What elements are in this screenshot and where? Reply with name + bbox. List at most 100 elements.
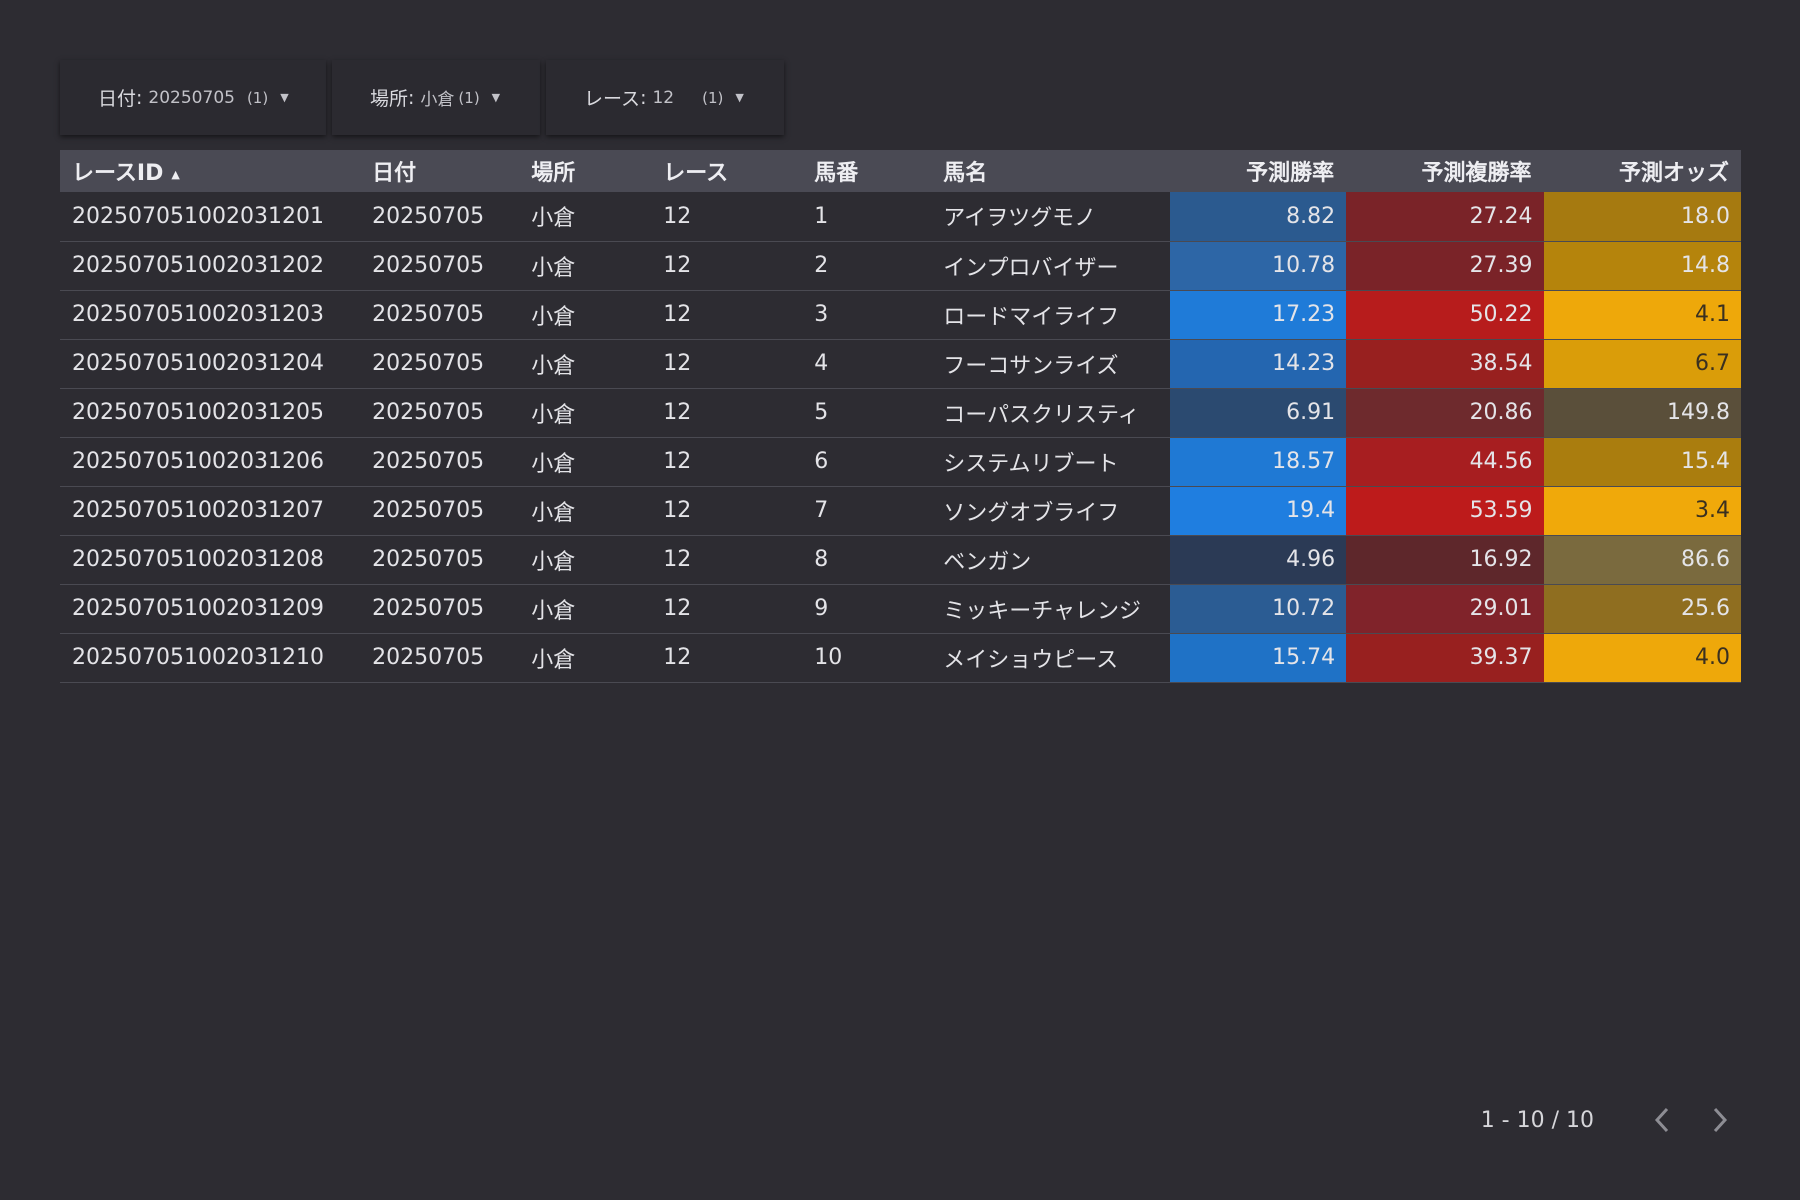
column-header-win-rate[interactable]: 予測勝率	[1170, 150, 1346, 192]
column-header-place-rate[interactable]: 予測複勝率	[1346, 150, 1543, 192]
cell-horse-name: インプロバイザー	[943, 255, 1119, 281]
cell-place-rate: 16.92	[1346, 535, 1544, 584]
cell-horse-name: ベンガン	[943, 549, 1032, 575]
cell-date: 20250705	[372, 253, 485, 278]
cell-race: 12	[663, 498, 692, 523]
cell-place-rate: 50.22	[1346, 290, 1544, 339]
pagination: 1 - 10 / 10	[1481, 1100, 1740, 1140]
cell-place-rate: 38.54	[1346, 339, 1544, 388]
cell-horse-number: 6	[814, 449, 829, 474]
cell-race: 12	[663, 596, 692, 621]
table-row[interactable]: 202507051002031202 20250705 小倉 12 2 インプロバイザー 1…	[60, 241, 1741, 290]
column-header-race-id[interactable]: レースID ▲	[60, 150, 360, 192]
cell-win-rate: 14.23	[1169, 339, 1347, 388]
cell-place-rate: 39.37	[1346, 633, 1544, 682]
cell-odds: 4.1	[1543, 290, 1741, 339]
cell-win-rate: 19.4	[1169, 486, 1347, 535]
cell-win-rate: 17.23	[1169, 290, 1347, 339]
table-row[interactable]: 202507051002031209 20250705 小倉 12 9 ミッキーチャレンジ…	[60, 584, 1741, 633]
filter-race-value: 12	[652, 87, 675, 108]
cell-race-id: 202507051002031210	[72, 645, 324, 670]
cell-race: 12	[663, 645, 692, 670]
cell-odds: 149.8	[1543, 388, 1741, 437]
column-header-race[interactable]: レース	[651, 150, 802, 192]
column-header-horse-name[interactable]: 馬名	[931, 150, 1170, 192]
cell-odds: 6.7	[1543, 339, 1741, 388]
column-header-horse-number[interactable]: 馬番	[802, 150, 931, 192]
previous-page-icon[interactable]	[1642, 1100, 1682, 1140]
cell-race: 12	[663, 351, 692, 376]
cell-horse-name: フーコサンライズ	[943, 353, 1119, 379]
cell-win-rate: 4.96	[1169, 535, 1347, 584]
filter-venue-value: 小倉	[420, 90, 455, 110]
filter-race[interactable]: レース: 12 (1) ▼	[546, 60, 784, 135]
cell-horse-number: 10	[814, 645, 843, 670]
cell-date: 20250705	[372, 498, 485, 523]
cell-odds: 25.6	[1543, 584, 1741, 633]
cell-race-id: 202507051002031202	[72, 253, 324, 278]
table-row[interactable]: 202507051002031204 20250705 小倉 12 4 フーコサンライズ 1…	[60, 339, 1741, 388]
cell-place-rate: 44.56	[1346, 437, 1544, 486]
cell-race: 12	[663, 203, 692, 229]
cell-horse-name: ソングオブライフ	[943, 500, 1120, 526]
column-header-date[interactable]: 日付	[360, 150, 519, 192]
cell-horse-number: 4	[814, 351, 829, 376]
cell-horse-number: 3	[814, 302, 829, 327]
table-row[interactable]: 202507051002031205 20250705 小倉 12 5 コーパスクリスティ…	[60, 388, 1741, 437]
cell-race: 12	[663, 547, 692, 572]
cell-venue: 小倉	[531, 353, 576, 379]
filter-date-label: 日付	[98, 88, 137, 110]
cell-place-rate: 29.01	[1346, 584, 1544, 633]
cell-horse-name: コーパスクリスティ	[943, 402, 1140, 428]
cell-win-rate: 15.74	[1169, 633, 1347, 682]
table-row[interactable]: 202507051002031201 20250705 小倉 12 1 アイヲツグモノ 8.…	[60, 192, 1741, 241]
prediction-table: レースID ▲ 日付 場所 レース 馬番 馬名 予測勝率 予測複勝率 予測オッズ …	[60, 150, 1741, 683]
cell-venue: 小倉	[531, 598, 576, 624]
cell-odds: 18.0	[1543, 192, 1741, 241]
filter-bar: 日付: 20250705 (1) ▼ 場所: 小倉 (1) ▼ レース: 12 …	[60, 60, 784, 135]
cell-race-id: 202507051002031208	[72, 547, 324, 572]
cell-race: 12	[663, 449, 692, 474]
cell-venue: 小倉	[531, 500, 576, 526]
cell-place-rate: 53.59	[1346, 486, 1544, 535]
cell-venue: 小倉	[531, 402, 576, 428]
filter-race-count: (1)	[702, 88, 724, 107]
cell-odds: 14.8	[1543, 241, 1741, 290]
table-row[interactable]: 202507051002031207 20250705 小倉 12 7 ソングオブライフ 1…	[60, 486, 1741, 535]
cell-win-rate: 8.82	[1169, 192, 1347, 241]
cell-win-rate: 10.78	[1169, 241, 1347, 290]
cell-odds: 3.4	[1543, 486, 1741, 535]
cell-race-id: 202507051002031205	[72, 400, 324, 425]
column-header-venue[interactable]: 場所	[519, 150, 651, 192]
cell-horse-name: ミッキーチャレンジ	[943, 598, 1141, 624]
cell-win-rate: 6.91	[1169, 388, 1347, 437]
cell-race-id: 202507051002031206	[72, 449, 324, 474]
dropdown-caret-icon: ▼	[280, 91, 289, 104]
cell-place-rate: 27.39	[1346, 241, 1544, 290]
table-row[interactable]: 202507051002031203 20250705 小倉 12 3 ロードマイライフ 1…	[60, 290, 1741, 339]
next-page-icon[interactable]	[1700, 1100, 1740, 1140]
filter-date[interactable]: 日付: 20250705 (1) ▼	[60, 60, 326, 135]
cell-venue: 小倉	[531, 206, 576, 232]
table-row[interactable]: 202507051002031208 20250705 小倉 12 8 ベンガン 4.96 1…	[60, 535, 1741, 584]
cell-race: 12	[663, 302, 692, 327]
table-body: 202507051002031201 20250705 小倉 12 1 アイヲツグモノ 8.…	[60, 192, 1741, 682]
filter-venue[interactable]: 場所: 小倉 (1) ▼	[332, 60, 540, 135]
cell-horse-number: 5	[814, 400, 829, 425]
table-row[interactable]: 202507051002031206 20250705 小倉 12 6 システムリブート 1…	[60, 437, 1741, 486]
filter-venue-label: 場所	[370, 88, 409, 110]
cell-win-rate: 18.57	[1169, 437, 1347, 486]
cell-horse-number: 7	[814, 498, 829, 523]
cell-win-rate: 10.72	[1169, 584, 1347, 633]
cell-date: 20250705	[372, 449, 485, 474]
sort-ascending-icon: ▲	[171, 167, 180, 181]
cell-horse-number: 1	[814, 203, 829, 229]
filter-date-value: 20250705	[148, 87, 235, 108]
cell-odds: 86.6	[1543, 535, 1741, 584]
table-row[interactable]: 202507051002031210 20250705 小倉 12 10 メイショウピース…	[60, 633, 1741, 682]
cell-venue: 小倉	[531, 549, 576, 575]
filter-date-count: (1)	[246, 88, 269, 107]
cell-horse-number: 2	[814, 253, 829, 278]
column-header-odds[interactable]: 予測オッズ	[1544, 150, 1741, 192]
cell-race-id: 202507051002031203	[72, 302, 324, 327]
